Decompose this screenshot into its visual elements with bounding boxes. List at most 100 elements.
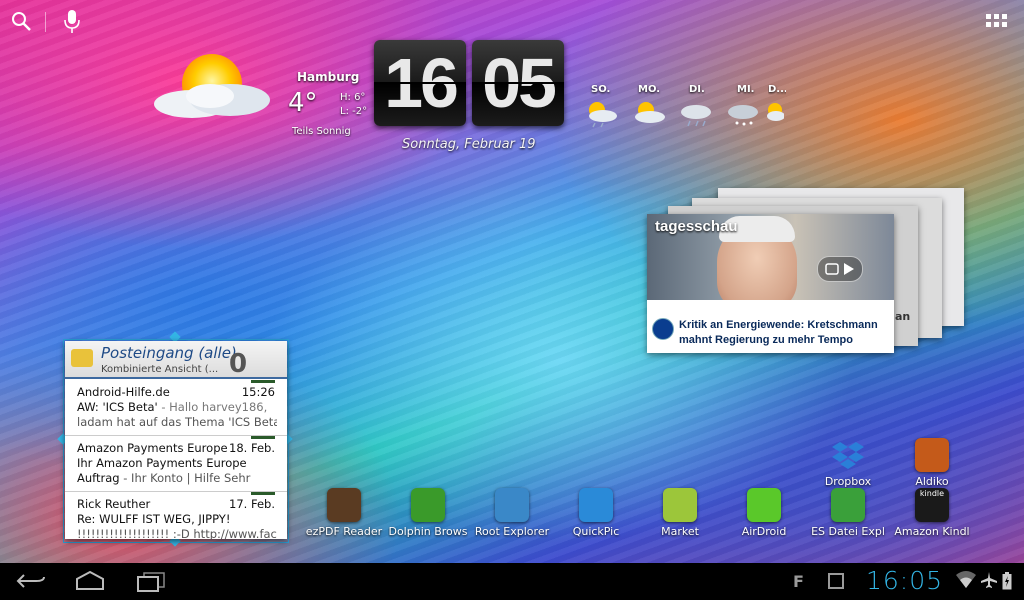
news-card[interactable]: tagesschau Kritik an Energiewende: Krets…: [647, 214, 894, 353]
email-date: 17. Feb.: [229, 497, 275, 511]
forecast-sun-cloud-icon: [767, 103, 784, 121]
email-item[interactable]: Amazon Payments Europe 18. Feb. Ihr Amaz…: [65, 435, 287, 492]
news-photo: tagesschau: [647, 214, 894, 300]
email-bar: [251, 436, 275, 439]
dolphin-icon: [411, 488, 445, 522]
all-apps-grid-icon[interactable]: [984, 10, 1010, 36]
email-inbox-title: Posteingang (alle): [101, 344, 237, 362]
email-preview: ladam hat auf das Thema 'ICS Beta': [77, 415, 277, 429]
email-date: 15:26: [241, 385, 275, 399]
image-notification-icon[interactable]: [828, 573, 844, 589]
email-preview: Auftrag - Ihr Konto | Hilfe Sehr: [77, 471, 277, 485]
app-root-explorer[interactable]: Root Explorer: [472, 488, 552, 538]
weather-condition: Teils Sonnig: [292, 126, 351, 137]
email-item[interactable]: Rick Reuther 17. Feb. Re: WULFF IST WEG,…: [65, 491, 287, 539]
sun-cloud-icon: [154, 54, 270, 118]
app-label: Root Explorer: [474, 525, 550, 538]
weather-low: L: -2°: [340, 106, 368, 117]
kindle-icon: kindle: [915, 488, 949, 522]
wifi-icon: [956, 571, 976, 588]
email-preview-line: Auftrag: [77, 471, 120, 485]
app-label: Aldiko: [915, 475, 949, 488]
forecast-sun-rain-icon: [589, 102, 617, 128]
app-market[interactable]: Market: [640, 488, 720, 538]
forecast-cloud-rain-icon: [681, 105, 711, 127]
video-play-icon[interactable]: [817, 256, 863, 282]
notification-letter[interactable]: F: [793, 572, 804, 591]
status-clock[interactable]: 16:05: [866, 566, 943, 595]
forecast-day: MI.: [737, 84, 755, 95]
email-preview-text: - Ihr Konto | Hilfe Sehr: [119, 471, 251, 485]
weather-city[interactable]: Hamburg: [297, 70, 359, 84]
email-from: Amazon Payments Europe: [77, 441, 228, 455]
news-caption: Kritik an Energiewende: Kretschmann mahn…: [647, 300, 894, 353]
search-divider: [45, 12, 46, 32]
aldiko-icon: [915, 438, 949, 472]
es-file-explorer-icon: [831, 488, 865, 522]
email-subject: AW: 'ICS Beta' - Hallo harvey186,: [77, 400, 277, 414]
system-bar: F 16:05: [0, 563, 1024, 600]
tagesschau-globe-icon: [652, 318, 674, 340]
app-label: ES Datei Expl: [811, 525, 885, 538]
email-subject: Re: WULFF IST WEG, JIPPY!: [77, 512, 231, 526]
app-dolphin-browser[interactable]: Dolphin Brows: [388, 488, 468, 538]
forecast-day: D...: [768, 84, 786, 95]
app-label: QuickPic: [572, 525, 620, 538]
kindle-badge: kindle: [919, 489, 945, 498]
market-icon: [663, 488, 697, 522]
forecast-day: DI.: [689, 84, 705, 95]
ezpdf-icon: [327, 488, 361, 522]
news-source-logo: tagesschau: [655, 218, 738, 235]
envelope-icon: [71, 349, 93, 367]
clock-hour[interactable]: 16: [374, 40, 466, 126]
email-widget[interactable]: Posteingang (alle) Kombinierte Ansicht (…: [65, 341, 287, 539]
app-label: Market: [661, 525, 699, 538]
email-header[interactable]: Posteingang (alle) Kombinierte Ansicht (…: [65, 341, 287, 379]
unread-count: 0: [229, 349, 248, 379]
app-label: Dolphin Brows: [388, 525, 468, 538]
email-inbox-subtitle: Kombinierte Ansicht (...: [101, 364, 219, 375]
forecast-cloud-snow-icon: [728, 105, 758, 126]
app-label: Amazon Kindl: [894, 525, 970, 538]
email-bar: [251, 492, 275, 495]
news-headline[interactable]: Kritik an Energiewende: Kretschmann mahn…: [679, 318, 889, 348]
app-aldiko[interactable]: Aldiko: [892, 438, 972, 488]
forecast-day: MO.: [638, 84, 661, 95]
app-amazon-kindle[interactable]: kindle Amazon Kindl: [892, 488, 972, 538]
email-preview-text: - Hallo harvey186,: [157, 400, 268, 414]
app-airdroid[interactable]: AirDroid: [724, 488, 804, 538]
email-subject-text: AW: 'ICS Beta': [77, 400, 158, 414]
microphone-icon[interactable]: [62, 8, 82, 34]
email-date: 18. Feb.: [229, 441, 275, 455]
search-icon[interactable]: [10, 10, 32, 32]
root-explorer-icon: [495, 488, 529, 522]
clock-date: Sonntag, Februar 19: [402, 137, 536, 152]
app-quickpic[interactable]: QuickPic: [556, 488, 636, 538]
email-from: Rick Reuther: [77, 497, 151, 511]
quickpic-icon: [579, 488, 613, 522]
forecast-sun-cloud-icon: [635, 102, 665, 123]
back-icon[interactable]: [14, 569, 48, 593]
battery-icon: [1002, 572, 1012, 590]
app-label: Dropbox: [824, 475, 872, 488]
recent-apps-icon[interactable]: [134, 569, 168, 593]
dropbox-glyph: [832, 442, 864, 469]
app-label: AirDroid: [741, 525, 787, 538]
home-icon[interactable]: [73, 569, 107, 593]
app-label: ezPDF Reader: [305, 525, 383, 538]
weather-temperature: 4°: [288, 88, 318, 118]
dropbox-icon: [831, 438, 865, 472]
email-item[interactable]: Android-Hilfe.de 15:26 AW: 'ICS Beta' - …: [65, 379, 287, 436]
app-es-file-explorer[interactable]: ES Datei Expl: [808, 488, 888, 538]
weather-high: H: 6°: [340, 92, 366, 103]
email-preview: !!!!!!!!!!!!!!!!!!!! :-D http://www.face…: [77, 527, 277, 539]
app-ezpdf-reader[interactable]: ezPDF Reader: [304, 488, 384, 538]
app-dropbox[interactable]: Dropbox: [808, 438, 888, 488]
email-from: Android-Hilfe.de: [77, 385, 170, 399]
airplane-mode-icon: [981, 572, 997, 588]
email-bar: [251, 380, 275, 383]
clock-minute[interactable]: 05: [472, 40, 564, 126]
news-side-fragment: an: [895, 310, 911, 323]
forecast-day: SO.: [591, 84, 611, 95]
airdroid-icon: [747, 488, 781, 522]
